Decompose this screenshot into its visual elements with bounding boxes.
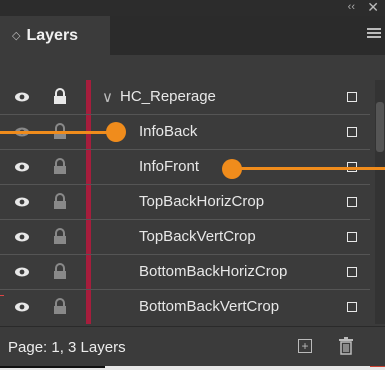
layer-name[interactable]: HC_Reperage [120,88,216,105]
layer-row-parent[interactable]: ∨ HC_Reperage [0,80,375,114]
layer-name[interactable]: BottomBackHorizCrop [139,263,287,280]
panel-menu-icon[interactable] [367,28,381,40]
panel-footer: Page: 1, 3 Layers + [0,326,385,367]
visibility-eye-icon[interactable] [14,229,30,245]
layer-color-swatch [86,185,91,219]
layer-select-box[interactable] [347,127,357,137]
layer-name[interactable]: InfoBack [139,123,197,140]
layer-select-box[interactable] [347,197,357,207]
layer-select-box[interactable] [347,302,357,312]
new-layer-icon[interactable]: + [298,339,312,353]
guide-tick [0,295,4,296]
trash-icon[interactable] [338,337,354,355]
callout-line-infoback [0,131,115,134]
lock-icon[interactable] [53,228,67,245]
layer-row[interactable]: TopBackHorizCrop [0,185,375,219]
panel-title-bar: ‹‹ ✕ [0,0,385,16]
layer-select-box[interactable] [347,92,357,102]
visibility-eye-icon[interactable] [14,89,30,105]
visibility-eye-icon[interactable] [14,264,30,280]
lock-icon[interactable] [53,263,67,280]
layer-name[interactable]: BottomBackVertCrop [139,298,279,315]
callout-line-infofront [232,167,385,170]
layer-color-swatch [86,150,91,184]
layer-name[interactable]: TopBackHorizCrop [139,193,264,210]
layers-scrollbar[interactable] [375,80,385,324]
layer-name[interactable]: TopBackVertCrop [139,228,256,245]
layer-select-box[interactable] [347,232,357,242]
layer-row[interactable]: BottomBackHorizCrop [0,255,375,289]
layers-list: ∨ HC_Reperage InfoBack InfoFront TopBack… [0,80,375,324]
layer-color-swatch [86,220,91,254]
layer-color-swatch [86,255,91,289]
visibility-eye-icon[interactable] [14,194,30,210]
callout-dot-infoback [106,122,126,142]
page-layer-status: Page: 1, 3 Layers [8,339,126,356]
chevron-down-icon[interactable]: ∨ [102,88,113,106]
layers-panel: ‹‹ ✕ ◇ Layers ∨ HC_Reperage InfoBack Inf… [0,0,385,367]
collapse-icon[interactable]: ‹‹ [348,1,355,13]
layer-select-box[interactable] [347,267,357,277]
visibility-eye-icon[interactable] [14,299,30,315]
layer-row[interactable]: TopBackVertCrop [0,220,375,254]
page-edge [0,366,385,370]
callout-dot-infofront [222,159,242,179]
layer-name[interactable]: InfoFront [139,158,199,175]
lock-icon[interactable] [53,88,67,105]
layer-color-swatch [86,290,91,324]
tab-label: Layers [26,26,79,44]
panel-tab-row: ◇ Layers [0,16,385,55]
tab-layers[interactable]: ◇ Layers [0,16,110,55]
layer-row[interactable]: BottomBackVertCrop [0,290,375,324]
tab-arrows-icon: ◇ [12,30,21,42]
lock-icon[interactable] [53,298,67,315]
lock-icon[interactable] [53,158,67,175]
scroll-thumb[interactable] [376,102,384,152]
close-icon[interactable]: ✕ [367,0,379,16]
visibility-eye-icon[interactable] [14,159,30,175]
lock-icon[interactable] [53,193,67,210]
layer-color-swatch [86,80,91,114]
